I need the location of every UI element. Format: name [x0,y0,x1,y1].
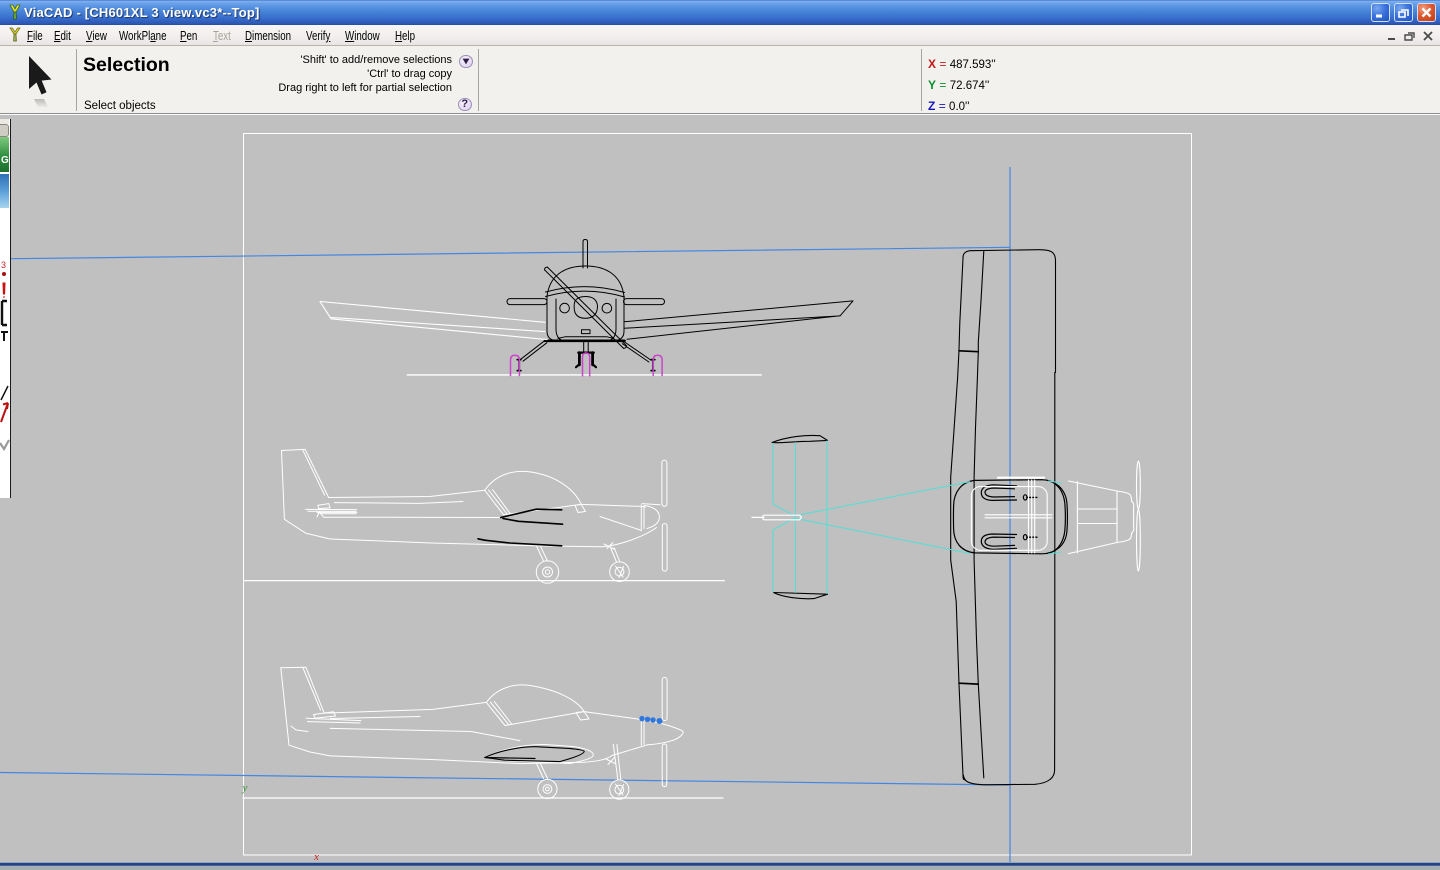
svg-text:y: y [242,782,248,794]
svg-text:3: 3 [1,260,6,270]
